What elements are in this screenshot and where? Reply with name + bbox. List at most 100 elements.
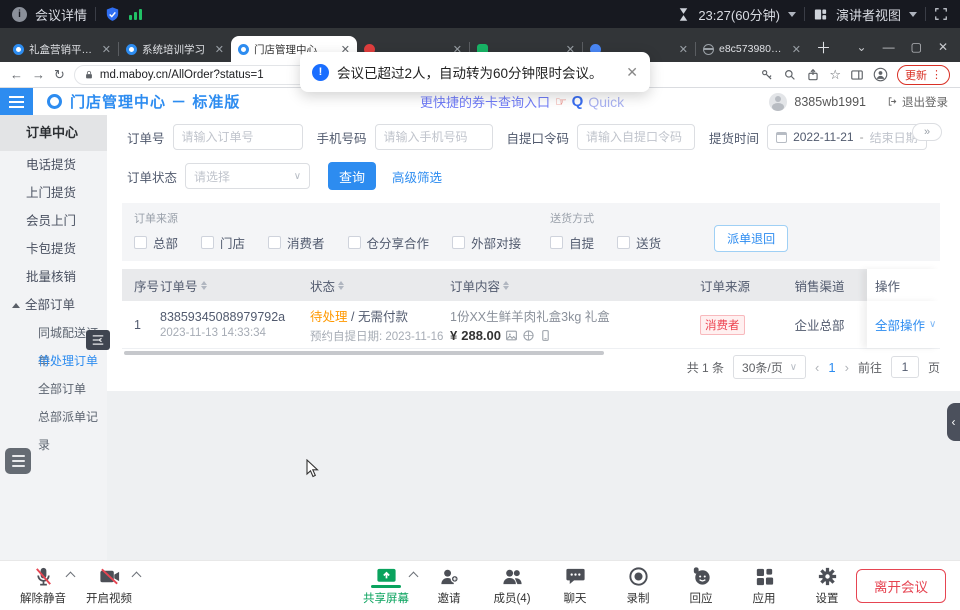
current-page[interactable]: 1 bbox=[828, 360, 835, 375]
sidebar-item-door-pickup[interactable]: 上门提货 bbox=[0, 179, 107, 207]
share-icon[interactable] bbox=[806, 68, 820, 82]
goto-page-input[interactable] bbox=[891, 356, 919, 378]
sidebar-sub-hq-dispatch[interactable]: 总部派单记录 bbox=[0, 403, 107, 431]
checkbox[interactable] bbox=[268, 236, 281, 249]
user-avatar[interactable] bbox=[769, 93, 787, 111]
order-status-select[interactable]: 请选择 ∨ bbox=[185, 163, 310, 189]
coupon-query-link[interactable]: 更快捷的券卡查询入口 bbox=[420, 92, 550, 111]
quick-q-icon[interactable]: Q bbox=[572, 93, 584, 110]
record-button[interactable]: 录制 bbox=[609, 565, 667, 606]
sidebar-item-member-visit[interactable]: 会员上门 bbox=[0, 207, 107, 235]
browser-tab-2[interactable]: 系统培训学习 ✕ bbox=[119, 36, 231, 62]
delivery-option-pickup[interactable]: 自提 bbox=[550, 233, 594, 252]
next-page-button[interactable]: › bbox=[845, 360, 849, 375]
sidebar-group-all-orders[interactable]: 全部订单 bbox=[0, 291, 107, 319]
share-options-caret[interactable] bbox=[409, 572, 419, 582]
sort-icon[interactable] bbox=[503, 281, 509, 290]
invite-button[interactable]: 邀请 bbox=[420, 565, 478, 606]
tab-search-icon[interactable]: ⌄ bbox=[857, 40, 867, 54]
leave-meeting-button[interactable]: 离开会议 bbox=[856, 569, 946, 603]
meeting-details-label[interactable]: 会议详情 bbox=[35, 5, 87, 24]
minimize-button[interactable]: — bbox=[883, 40, 895, 54]
sidebar-sub-pending-orders[interactable]: 待处理订单 bbox=[0, 347, 107, 375]
panel-collapse-handle[interactable]: ‹ bbox=[947, 403, 960, 441]
sidebar-item-batch-verify[interactable]: 批量核销 bbox=[0, 263, 107, 291]
view-dropdown-icon[interactable] bbox=[909, 12, 917, 17]
delivery-option-delivery[interactable]: 送货 bbox=[617, 233, 661, 252]
security-shield-icon[interactable] bbox=[104, 6, 121, 23]
chrome-update-button[interactable]: 更新 ⋮ bbox=[897, 65, 950, 85]
unmute-button[interactable]: 解除静音 bbox=[14, 565, 72, 606]
settings-button[interactable]: 设置 bbox=[798, 565, 856, 606]
menu-toggle-button[interactable] bbox=[0, 88, 33, 115]
timer-dropdown-icon[interactable] bbox=[788, 12, 796, 17]
sort-icon[interactable] bbox=[338, 281, 344, 290]
order-no-input[interactable] bbox=[173, 124, 303, 150]
sidebar-collapse-button[interactable] bbox=[86, 330, 110, 350]
chat-button[interactable]: 聊天 bbox=[546, 565, 604, 606]
sidebar-item-card-pickup[interactable]: 卡包提货 bbox=[0, 235, 107, 263]
horizontal-scrollbar[interactable] bbox=[124, 351, 604, 355]
logout-button[interactable]: 退出登录 bbox=[887, 94, 948, 110]
maximize-button[interactable]: ▢ bbox=[911, 40, 922, 54]
quick-label[interactable]: Quick bbox=[588, 94, 624, 110]
checkbox[interactable] bbox=[348, 236, 361, 249]
mic-options-caret[interactable] bbox=[66, 572, 76, 582]
browser-tab-7[interactable]: e8c573980b1328a258fd2e6i8 ✕ bbox=[696, 36, 808, 62]
password-key-icon[interactable] bbox=[760, 68, 774, 82]
tab-close-icon[interactable]: ✕ bbox=[102, 43, 111, 56]
profile-icon[interactable] bbox=[873, 67, 888, 82]
header-order-no[interactable]: 订单号 bbox=[160, 276, 310, 295]
phone-input[interactable] bbox=[375, 124, 493, 150]
video-options-caret[interactable] bbox=[132, 572, 142, 582]
source-option-consumer[interactable]: 消费者 bbox=[268, 233, 325, 252]
prev-page-button[interactable]: ‹ bbox=[815, 360, 819, 375]
sidebar-sub-all-orders[interactable]: 全部订单 bbox=[0, 375, 107, 403]
checkbox[interactable] bbox=[550, 236, 563, 249]
date-range-picker[interactable]: 2022-11-21 - 结束日期 bbox=[767, 124, 927, 150]
checkbox[interactable] bbox=[452, 236, 465, 249]
sort-icon[interactable] bbox=[201, 281, 207, 290]
header-content[interactable]: 订单内容 bbox=[450, 276, 700, 295]
reactions-button[interactable]: 回应 bbox=[672, 565, 730, 606]
network-signal-icon[interactable] bbox=[129, 8, 142, 20]
view-mode-label[interactable]: 演讲者视图 bbox=[836, 5, 901, 24]
browser-tab-1[interactable]: 礼盒营销平台管理中心 ✕ bbox=[6, 36, 118, 62]
source-option-warehouse[interactable]: 仓分享合作 bbox=[348, 233, 430, 252]
search-button[interactable]: 查询 bbox=[328, 162, 376, 190]
share-screen-button[interactable]: 共享屏幕 bbox=[357, 565, 415, 606]
bookmark-star-icon[interactable]: ☆ bbox=[829, 67, 841, 83]
pickup-code-input[interactable] bbox=[577, 124, 695, 150]
refresh-button[interactable]: ↻ bbox=[54, 67, 65, 83]
expand-filters-button[interactable]: » bbox=[912, 123, 942, 141]
dispatch-return-button[interactable]: 派单退回 bbox=[714, 225, 788, 252]
advanced-filter-link[interactable]: 高级筛选 bbox=[392, 167, 442, 186]
source-option-hq[interactable]: 总部 bbox=[134, 233, 178, 252]
toast-close-icon[interactable]: ✕ bbox=[626, 64, 638, 81]
source-option-external[interactable]: 外部对接 bbox=[452, 233, 521, 252]
source-option-store[interactable]: 门店 bbox=[201, 233, 245, 252]
close-window-button[interactable]: ✕ bbox=[938, 40, 948, 54]
start-video-button[interactable]: 开启视频 bbox=[80, 565, 138, 606]
forward-button[interactable]: → bbox=[32, 67, 45, 82]
all-actions-dropdown[interactable]: 全部操作 ∨ bbox=[875, 315, 936, 334]
checkbox[interactable] bbox=[617, 236, 630, 249]
header-status[interactable]: 状态 bbox=[310, 276, 450, 295]
checkbox[interactable] bbox=[201, 236, 214, 249]
tab-close-icon[interactable]: ✕ bbox=[215, 43, 224, 56]
floating-menu-button[interactable] bbox=[5, 448, 31, 474]
back-button[interactable]: ← bbox=[10, 67, 23, 82]
tab-close-icon[interactable]: ✕ bbox=[679, 43, 688, 56]
side-panel-icon[interactable] bbox=[850, 68, 864, 82]
end-date-placeholder[interactable]: 结束日期 bbox=[870, 129, 918, 146]
apps-button[interactable]: 应用 bbox=[735, 565, 793, 606]
browser-menu-icon[interactable]: ⋮ bbox=[931, 68, 942, 81]
start-date[interactable]: 2022-11-21 bbox=[793, 130, 854, 144]
checkbox[interactable] bbox=[134, 236, 147, 249]
fullscreen-icon[interactable] bbox=[934, 7, 948, 21]
zoom-icon[interactable] bbox=[783, 68, 797, 82]
page-size-select[interactable]: 30条/页 ∨ bbox=[733, 355, 806, 379]
table-row[interactable]: 1 83859345088979792a 2023-11-13 14:33:34… bbox=[122, 301, 940, 349]
sidebar-item-phone-pickup[interactable]: 电话提货 bbox=[0, 151, 107, 179]
members-button[interactable]: 成员(4) bbox=[483, 565, 541, 606]
